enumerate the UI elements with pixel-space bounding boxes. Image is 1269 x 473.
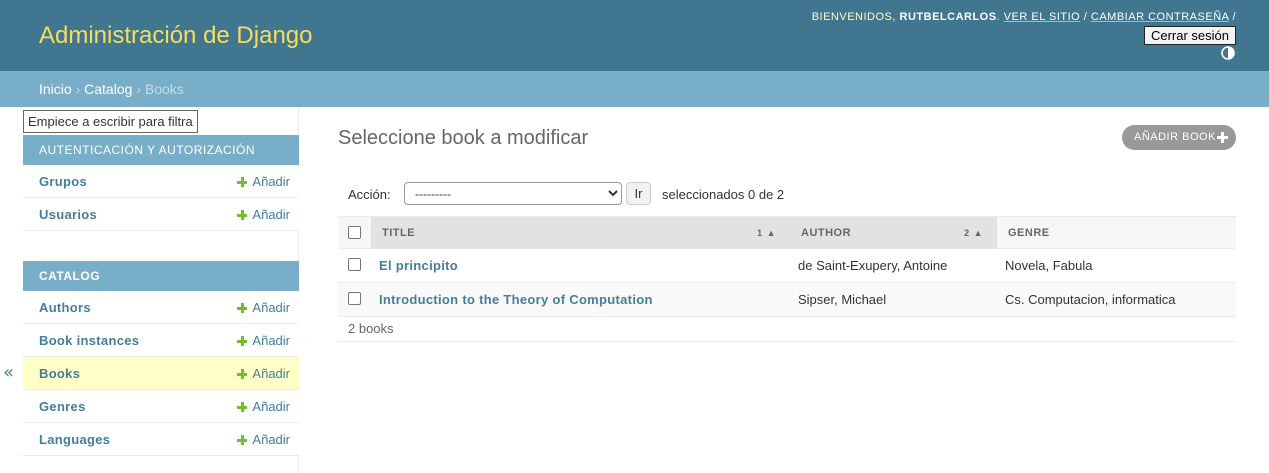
user-tools-separator: / (1083, 11, 1088, 23)
sidebar-item-label[interactable]: Grupos (39, 165, 87, 198)
add-authors-link[interactable]: Añadir (237, 291, 290, 324)
module-caption-catalog[interactable]: CATALOG (23, 261, 299, 291)
column-header-genre: GENRE (997, 217, 1236, 249)
book-author: de Saint-Exupery, Antoine (798, 258, 948, 273)
add-usuarios-link[interactable]: Añadir (237, 198, 290, 231)
select-all-checkbox[interactable] (348, 226, 361, 239)
sidebar-item-label[interactable]: Books (39, 357, 80, 390)
welcome-period: . (996, 11, 1001, 23)
table-row: Introduction to the Theory of Computatio… (338, 283, 1236, 317)
sidebar-item-label[interactable]: Usuarios (39, 198, 97, 231)
column-label: AUTHOR (801, 227, 852, 239)
sidebar-item-usuarios: Usuarios Añadir (23, 198, 299, 231)
add-link-label: Añadir (252, 333, 290, 348)
add-book-button[interactable]: AÑADIR BOOK (1122, 125, 1236, 150)
column-header-title[interactable]: TITLE 1 ▲ (371, 217, 790, 249)
nav-sidebar: AUTENTICACIÓN Y AUTORIZACIÓN Grupos Añad… (22, 107, 299, 473)
breadcrumb-separator: › (136, 81, 141, 97)
sort-ascending-icon: ▲ (766, 228, 776, 238)
nav-filter-input[interactable] (23, 110, 198, 133)
plus-icon (237, 177, 248, 187)
plus-icon (1217, 132, 1228, 143)
sidebar-item-label[interactable]: Book instances (39, 324, 139, 357)
plus-icon (237, 369, 248, 379)
add-book-label: AÑADIR BOOK (1134, 131, 1216, 143)
action-select[interactable]: --------- (404, 182, 622, 205)
add-link-label: Añadir (252, 300, 290, 315)
book-title-link[interactable]: Introduction to the Theory of Computatio… (379, 283, 653, 316)
logout-button[interactable]: Cerrar sesión (1143, 26, 1236, 45)
book-genre: Cs. Computacion, informatica (1005, 292, 1176, 307)
column-label: TITLE (382, 227, 416, 239)
add-languages-link[interactable]: Añadir (237, 423, 290, 456)
sidebar-item-authors: Authors Añadir (23, 291, 299, 324)
sidebar-item-label[interactable]: Authors (39, 291, 91, 324)
breadcrumb-home[interactable]: Inicio (39, 81, 72, 97)
sidebar-item-books: Books Añadir (23, 357, 299, 390)
plus-icon (237, 303, 248, 313)
row-checkbox[interactable] (348, 258, 361, 271)
sort-indicator[interactable]: 1 ▲ (757, 217, 776, 249)
book-author: Sipser, Michael (798, 292, 887, 307)
table-header: TITLE 1 ▲ AUTHOR 2 ▲ GENRE (338, 216, 1236, 249)
plus-icon (237, 210, 248, 220)
module-caption-auth[interactable]: AUTENTICACIÓN Y AUTORIZACIÓN (23, 135, 299, 165)
user-tools-trailing-separator: / (1232, 11, 1236, 23)
book-title-link[interactable]: El principito (379, 249, 458, 282)
add-books-link[interactable]: Añadir (237, 357, 290, 390)
add-link-label: Añadir (252, 207, 290, 222)
action-label: Acción: (348, 187, 391, 202)
actions-bar: Acción: --------- Ir seleccionados 0 de … (338, 180, 1236, 208)
breadcrumb-separator: › (75, 81, 81, 97)
breadcrumb-app[interactable]: Catalog (84, 81, 132, 97)
add-link-label: Añadir (252, 366, 290, 381)
view-site-link[interactable]: VER EL SITIO (1004, 11, 1081, 23)
breadcrumb: Inicio › Catalog › Books (0, 71, 1269, 107)
page-title: Seleccione book a modificar (338, 127, 589, 149)
change-password-link[interactable]: CAMBIAR CONTRASEÑA (1091, 11, 1229, 23)
sidebar-item-genres: Genres Añadir (23, 390, 299, 423)
sidebar-item-grupos: Grupos Añadir (23, 165, 299, 198)
selection-counter: seleccionados 0 de 2 (662, 187, 785, 202)
breadcrumb-current: Books (144, 81, 184, 97)
add-link-label: Añadir (252, 432, 290, 447)
add-book-instances-link[interactable]: Añadir (237, 324, 290, 357)
result-list: TITLE 1 ▲ AUTHOR 2 ▲ GENRE El principito d… (338, 216, 1236, 342)
add-link-label: Añadir (252, 174, 290, 189)
theme-toggle-icon[interactable] (1221, 46, 1235, 60)
sort-ascending-icon: ▲ (973, 228, 983, 238)
module-catalog: CATALOG Authors Añadir Book instances Añ… (23, 261, 299, 456)
sort-priority: 1 (757, 228, 763, 238)
column-header-author[interactable]: AUTHOR 2 ▲ (790, 217, 997, 249)
column-label: GENRE (1008, 227, 1050, 239)
plus-icon (237, 435, 248, 445)
sort-indicator[interactable]: 2 ▲ (964, 217, 983, 249)
add-grupos-link[interactable]: Añadir (237, 165, 290, 198)
select-all-header (338, 217, 371, 249)
book-genre: Novela, Fabula (1005, 258, 1093, 273)
user-tools: BIENVENIDOS, RUTBELCARLOS. VER EL SITIO … (812, 11, 1236, 23)
go-button[interactable]: Ir (626, 182, 651, 205)
username: RUTBELCARLOS (899, 11, 997, 23)
site-brand[interactable]: Administración de Django (39, 22, 312, 50)
paginator: 2 books (338, 317, 1236, 342)
sidebar-item-book-instances: Book instances Añadir (23, 324, 299, 357)
sidebar-item-label[interactable]: Languages (39, 423, 110, 456)
sidebar-item-label[interactable]: Genres (39, 390, 86, 423)
plus-icon (237, 336, 248, 346)
plus-icon (237, 402, 248, 412)
sidebar-item-languages: Languages Añadir (23, 423, 299, 456)
add-genres-link[interactable]: Añadir (237, 390, 290, 423)
module-auth: AUTENTICACIÓN Y AUTORIZACIÓN Grupos Añad… (23, 135, 299, 231)
add-link-label: Añadir (252, 399, 290, 414)
sort-priority: 2 (964, 228, 970, 238)
row-checkbox[interactable] (348, 292, 361, 305)
header: Administración de Django BIENVENIDOS, RU… (0, 0, 1269, 71)
collapse-sidebar-icon[interactable]: « (3, 362, 14, 383)
table-row: El principito de Saint-Exupery, Antoine … (338, 249, 1236, 283)
welcome-text: BIENVENIDOS, (811, 11, 896, 23)
